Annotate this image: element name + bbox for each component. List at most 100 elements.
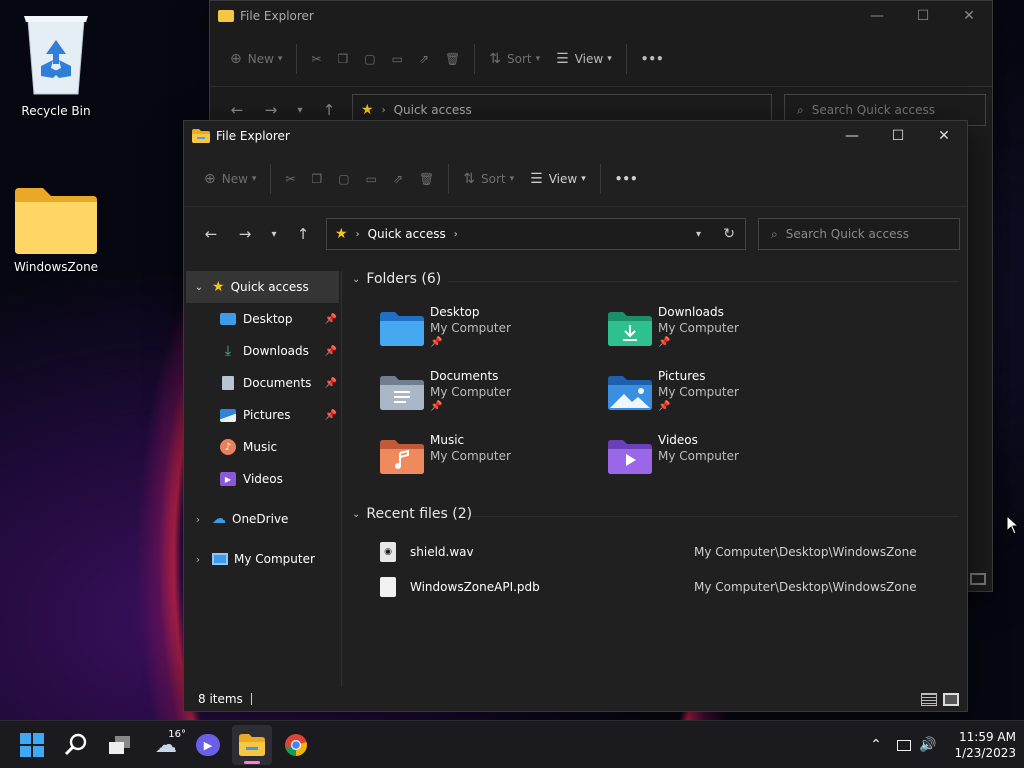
sidebar-item-desktop[interactable]: Desktop 📌 <box>184 303 341 335</box>
documents-folder-icon <box>380 376 424 410</box>
view-button[interactable]: ☰ View ▾ <box>548 42 620 76</box>
view-button[interactable]: ☰ View ▾ <box>522 162 594 196</box>
address-bar[interactable]: ★ › Quick access › ▾ ↻ <box>326 218 746 250</box>
delete-button[interactable]: 🗑 <box>411 162 442 196</box>
search-placeholder: Search Quick access <box>811 103 935 117</box>
file-explorer-taskbar-button[interactable] <box>232 725 272 765</box>
sidebar-item-videos[interactable]: ▶ Videos <box>184 463 341 495</box>
up-button[interactable]: ↑ <box>312 101 346 119</box>
sidebar-item-music[interactable]: ♪ Music <box>184 431 341 463</box>
file-explorer-window[interactable]: File Explorer — ☐ ✕ ⊕ New ▾ ✂ ❐ ▢ ▭ ⇗ 🗑 ⇅ S… <box>183 120 968 712</box>
desktop-folder-windowszone[interactable]: WindowsZone <box>10 184 102 274</box>
chevron-right-icon[interactable]: › <box>184 513 212 526</box>
details-view-button[interactable] <box>921 692 937 706</box>
minimize-button[interactable]: — <box>854 1 900 31</box>
sort-button[interactable]: ⇅ Sort ▾ <box>481 42 548 76</box>
delete-button[interactable]: 🗑 <box>437 42 468 76</box>
window-title: File Explorer <box>216 129 290 143</box>
back-button[interactable]: ← <box>220 101 254 119</box>
new-button[interactable]: ⊕ New ▾ <box>196 162 264 196</box>
sidebar-item-quick-access[interactable]: ⌄ ★ Quick access <box>186 271 339 303</box>
new-button[interactable]: ⊕ New ▾ <box>222 42 290 76</box>
sidebar-item-my-computer[interactable]: › My Computer <box>184 543 341 575</box>
chevron-up-icon: ⌃ <box>870 737 882 753</box>
file-explorer-icon <box>218 10 234 22</box>
sort-label: Sort <box>481 171 506 186</box>
rename-button[interactable]: ▭ <box>384 42 411 76</box>
cloud-icon: ☁ <box>212 511 226 527</box>
divider <box>270 163 272 194</box>
sidebar-item-label: Documents <box>243 376 312 390</box>
minimize-button[interactable]: — <box>829 121 875 151</box>
sidebar-item-downloads[interactable]: ⤓ Downloads 📌 <box>184 335 341 367</box>
folders-section-header[interactable]: ⌄ Folders (6) <box>352 271 441 287</box>
refresh-button[interactable]: ↻ <box>723 226 735 242</box>
copy-button[interactable]: ❐ <box>330 42 357 76</box>
recycle-bin[interactable]: Recycle Bin <box>10 8 102 118</box>
more-options-button[interactable]: ••• <box>633 42 672 76</box>
title-bar[interactable]: File Explorer — ☐ ✕ <box>184 121 967 151</box>
file-explorer-icon <box>192 129 210 143</box>
up-button[interactable]: ↑ <box>286 225 320 243</box>
more-options-button[interactable]: ••• <box>607 162 646 196</box>
start-button[interactable] <box>12 721 52 768</box>
recent-file-row[interactable]: WindowsZoneAPI.pdb My Computer\Desktop\W… <box>380 574 980 600</box>
share-button[interactable]: ⇗ <box>411 42 437 76</box>
share-icon: ⇗ <box>418 51 430 66</box>
folder-location: My Computer <box>658 449 739 463</box>
chat-button[interactable]: ▶ <box>188 721 228 768</box>
recent-locations-button[interactable]: ▾ <box>262 229 286 240</box>
copy-button[interactable]: ❐ <box>304 162 331 196</box>
folder-location: My Computer <box>430 321 511 335</box>
maximize-button[interactable]: ☐ <box>875 121 921 151</box>
folder-videos[interactable]: Videos My Computer <box>608 433 828 489</box>
maximize-button[interactable]: ☐ <box>900 1 946 31</box>
cut-button[interactable]: ✂ <box>303 42 329 76</box>
sidebar-item-documents[interactable]: Documents 📌 <box>184 367 341 399</box>
folder-pictures[interactable]: Pictures My Computer 📌 <box>608 369 828 425</box>
forward-button[interactable]: → <box>254 101 288 119</box>
paste-button[interactable]: ▢ <box>330 162 357 196</box>
close-button[interactable]: ✕ <box>946 1 992 31</box>
divider <box>296 43 298 74</box>
chevron-right-icon[interactable]: › <box>184 553 212 566</box>
sidebar-item-pictures[interactable]: Pictures 📌 <box>184 399 341 431</box>
sidebar-item-onedrive[interactable]: › ☁ OneDrive <box>184 503 341 535</box>
folder-documents[interactable]: Documents My Computer 📌 <box>380 369 600 425</box>
recent-locations-button[interactable]: ▾ <box>288 105 312 116</box>
trash-icon: 🗑 <box>419 171 435 186</box>
weather-widget[interactable]: ☁ 16° <box>144 721 188 768</box>
sort-button[interactable]: ⇅ Sort ▾ <box>455 162 522 196</box>
chevron-down-icon[interactable]: ⌄ <box>186 282 212 293</box>
copy-icon: ❐ <box>337 51 349 66</box>
forward-button[interactable]: → <box>228 225 262 243</box>
large-icons-view-button[interactable] <box>943 692 959 706</box>
title-bar[interactable]: File Explorer — ☐ ✕ <box>210 1 992 31</box>
recent-file-row[interactable]: ◉ shield.wav My Computer\Desktop\Windows… <box>380 539 980 565</box>
chrome-button[interactable] <box>276 721 316 768</box>
plus-circle-icon: ⊕ <box>230 50 242 67</box>
clock[interactable]: 11:59 AM 1/23/2023 <box>944 729 1016 761</box>
view-label: View <box>548 171 578 186</box>
divider <box>448 163 450 194</box>
cut-button[interactable]: ✂ <box>277 162 303 196</box>
share-button[interactable]: ⇗ <box>385 162 411 196</box>
folder-music[interactable]: Music My Computer <box>380 433 600 489</box>
task-view-button[interactable] <box>100 721 140 768</box>
rename-button[interactable]: ▭ <box>358 162 385 196</box>
paste-button[interactable]: ▢ <box>356 42 383 76</box>
search-box[interactable]: ⌕ Search Quick access <box>758 218 960 250</box>
close-button[interactable]: ✕ <box>921 121 967 151</box>
folder-name: Downloads <box>658 305 724 319</box>
volume-button[interactable]: 🔊 <box>914 721 942 768</box>
back-button[interactable]: ← <box>194 225 228 243</box>
recent-file-path: My Computer\Desktop\WindowsZone <box>694 580 917 594</box>
recent-files-section-header[interactable]: ⌄ Recent files (2) <box>352 506 472 522</box>
folder-downloads[interactable]: Downloads My Computer 📌 <box>608 305 828 361</box>
cut-icon: ✂ <box>285 171 296 186</box>
volume-icon: 🔊 <box>919 737 937 753</box>
address-location[interactable]: Quick access <box>368 227 446 241</box>
search-button[interactable] <box>56 721 96 768</box>
address-dropdown-button[interactable]: ▾ <box>696 229 701 240</box>
folder-desktop[interactable]: Desktop My Computer 📌 <box>380 305 600 361</box>
